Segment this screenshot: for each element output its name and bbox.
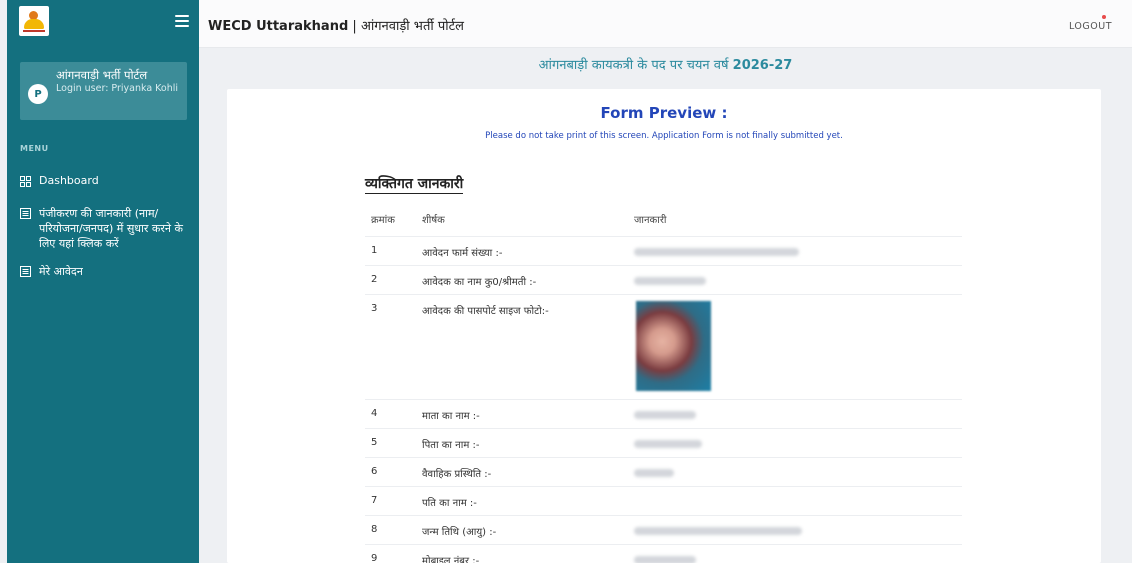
table-row: 7 पति का नाम :-	[365, 485, 962, 515]
sidebar-item-my-applications[interactable]: मेरे आवेदन	[7, 264, 199, 279]
table-row: 3 आवेदक की पासपोर्ट साइज फोटो:-	[365, 293, 962, 399]
row-value	[634, 514, 962, 544]
row-value	[634, 427, 962, 457]
subtitle-text: आंगनबाड़ी कायकत्री के पद पर चयन वर्ष	[538, 58, 729, 73]
row-value	[634, 264, 962, 294]
redacted-value	[634, 468, 674, 477]
row-label: जन्म तिथि (आयु) :-	[422, 514, 634, 544]
row-value	[634, 543, 962, 563]
page-title: WECD Uttarakhand | आंगनवाड़ी भर्ती पोर्ट…	[208, 16, 464, 34]
title-separator: |	[352, 19, 357, 34]
portal-logo[interactable]	[19, 6, 49, 36]
table-row: 2 आवेदक का नाम कु0/श्रीमती :-	[365, 264, 962, 294]
redacted-value	[634, 410, 696, 419]
column-header: शीर्षक	[422, 215, 445, 226]
row-number: 1	[365, 235, 422, 265]
sidebar: P आंगनवाड़ी भर्ती पोर्टल Login user: Pri…	[7, 0, 199, 563]
row-number: 2	[365, 264, 422, 294]
row-label: आवेदक का नाम कु0/श्रीमती :-	[422, 264, 634, 294]
redacted-value	[634, 526, 802, 535]
row-number: 4	[365, 398, 422, 428]
sidebar-item-label: Dashboard	[39, 174, 99, 187]
row-value	[634, 293, 962, 399]
menu-toggle-icon[interactable]	[169, 10, 191, 32]
avatar: P	[28, 84, 48, 104]
table-row: 4 माता का नाम :-	[365, 398, 962, 428]
sidebar-item-dashboard[interactable]: Dashboard	[7, 174, 199, 187]
row-number: 5	[365, 427, 422, 457]
redacted-value	[634, 247, 799, 256]
row-label: आवेदक की पासपोर्ट साइज फोटो:-	[422, 293, 634, 399]
table-row: 8 जन्म तिथि (आयु) :-	[365, 514, 962, 544]
row-label: पिता का नाम :-	[422, 427, 634, 457]
sidebar-header	[7, 0, 199, 42]
row-label: मोबाइल नंबर :-	[422, 543, 634, 563]
row-label: पति का नाम :-	[422, 485, 634, 515]
dashboard-grid-icon	[20, 176, 31, 187]
personal-info-table: क्रमांक शीर्षक जानकारी 1 आवेदन फार्म संख…	[365, 201, 962, 563]
form-preview-title: Form Preview :	[600, 104, 728, 122]
sidebar-item-label: पंजीकरण की जानकारी (नाम/परियोजना/जनपद) म…	[39, 207, 183, 250]
row-value	[634, 456, 962, 486]
form-preview-card: Form Preview : Please do not take print …	[227, 89, 1101, 563]
table-row: 5 पिता का नाम :-	[365, 427, 962, 457]
sidebar-item-label: मेरे आवेदन	[39, 265, 83, 278]
row-value	[634, 235, 962, 265]
table-row: 1 आवेदन फार्म संख्या :-	[365, 235, 962, 265]
row-label: आवेदन फार्म संख्या :-	[422, 235, 634, 265]
list-icon	[20, 266, 31, 277]
user-card: P आंगनवाड़ी भर्ती पोर्टल Login user: Pri…	[20, 62, 187, 120]
logout-button[interactable]: LOGOUT	[1069, 21, 1112, 32]
row-number: 9	[365, 543, 422, 563]
column-header: क्रमांक	[371, 215, 395, 226]
selection-year: 2026-27	[732, 58, 793, 73]
sidebar-item-registration-correction[interactable]: पंजीकरण की जानकारी (नाम/परियोजना/जनपद) म…	[7, 206, 199, 251]
table-row: 9 मोबाइल नंबर :-	[365, 543, 962, 563]
column-header: जानकारी	[634, 215, 667, 226]
login-user-text: Login user: Priyanka Kohli	[56, 83, 179, 94]
user-portal-title: आंगनवाड़ी भर्ती पोर्टल	[56, 68, 148, 82]
list-icon	[20, 208, 31, 219]
row-number: 8	[365, 514, 422, 544]
row-number: 6	[365, 456, 422, 486]
redacted-value	[634, 276, 706, 285]
redacted-value	[634, 555, 696, 563]
row-label: माता का नाम :-	[422, 398, 634, 428]
menu-label: MENU	[20, 144, 49, 153]
table-header-row: क्रमांक शीर्षक जानकारी	[365, 201, 962, 236]
page-subtitle: आंगनबाड़ी कायकत्री के पद पर चयन वर्ष 202…	[199, 55, 1132, 73]
section-heading: व्यक्तिगत जानकारी	[365, 176, 464, 194]
form-preview-note: Please do not take print of this screen.…	[485, 131, 843, 141]
row-number: 7	[365, 485, 422, 515]
portal-name: आंगनवाड़ी भर्ती पोर्टल	[360, 19, 464, 34]
notification-dot-icon	[1102, 15, 1106, 19]
applicant-photo	[636, 300, 711, 391]
row-value	[634, 485, 962, 515]
table-row: 6 वैवाहिक प्रस्थिति :-	[365, 456, 962, 486]
row-number: 3	[365, 293, 422, 399]
row-value	[634, 398, 962, 428]
row-label: वैवाहिक प्रस्थिति :-	[422, 456, 634, 486]
redacted-value	[634, 439, 702, 448]
topbar: WECD Uttarakhand | आंगनवाड़ी भर्ती पोर्ट…	[199, 0, 1132, 48]
brand-name: WECD Uttarakhand	[208, 19, 349, 34]
